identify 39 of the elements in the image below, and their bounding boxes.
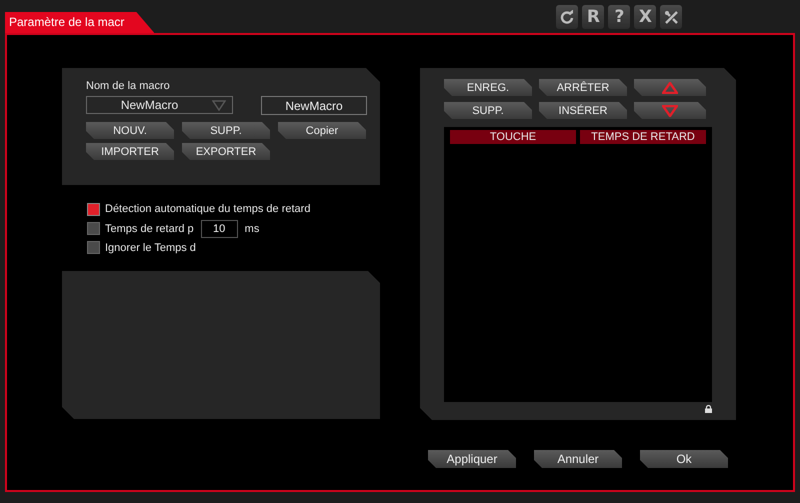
option-label: Temps de retard p (105, 222, 194, 234)
refresh-icon (560, 10, 574, 24)
unit-label: ms (244, 222, 260, 234)
column-header: TEMPS DE RETARD (580, 130, 706, 144)
record-button[interactable]: ARRÊTER (539, 79, 627, 96)
checkbox[interactable] (87, 202, 100, 216)
macro-button[interactable]: NOUV. (86, 122, 174, 139)
macro-name-field[interactable]: NewMacro (261, 96, 367, 115)
column-header: TOUCHE (450, 130, 576, 144)
arrow-up-icon (662, 82, 678, 94)
macro-button[interactable]: EXPORTER (182, 143, 270, 160)
option-label: Ignorer le Temps d (105, 242, 196, 254)
option-label: Détection automatique du temps de retard (105, 203, 310, 216)
macro-name-label: Nom de la macro (86, 80, 171, 92)
toolbar-button[interactable]: ? (608, 5, 630, 29)
record-button[interactable] (634, 102, 706, 119)
toolbar-button[interactable]: X (634, 5, 656, 29)
dialog-button[interactable]: Appliquer (428, 450, 516, 468)
toolbar-button[interactable] (556, 5, 578, 29)
toolbar-button[interactable]: R (582, 5, 604, 29)
macro-button[interactable]: SUPP. (182, 122, 270, 139)
arrow-down-icon (662, 104, 678, 116)
toolbar-button[interactable] (660, 5, 682, 29)
dialog-button[interactable]: Ok (640, 450, 728, 468)
record-button[interactable]: ENREG. (444, 79, 532, 96)
delay-field[interactable]: 10 (200, 220, 238, 238)
caret-icon (212, 100, 226, 111)
macro-button[interactable]: IMPORTER (86, 143, 174, 160)
record-button[interactable]: SUPP. (444, 102, 532, 119)
dialog-button[interactable]: Annuler (534, 450, 622, 468)
window-title: Paramètre de la macr (5, 12, 154, 33)
checkbox[interactable] (87, 222, 100, 235)
tools-icon (664, 10, 679, 24)
macro-button[interactable]: Copier (278, 122, 366, 139)
lock-icon (705, 405, 712, 413)
macro-dropdown[interactable]: NewMacro (86, 96, 233, 114)
record-button[interactable] (634, 79, 706, 96)
record-button[interactable]: INSÉRER (539, 102, 627, 119)
checkbox[interactable] (87, 241, 100, 254)
